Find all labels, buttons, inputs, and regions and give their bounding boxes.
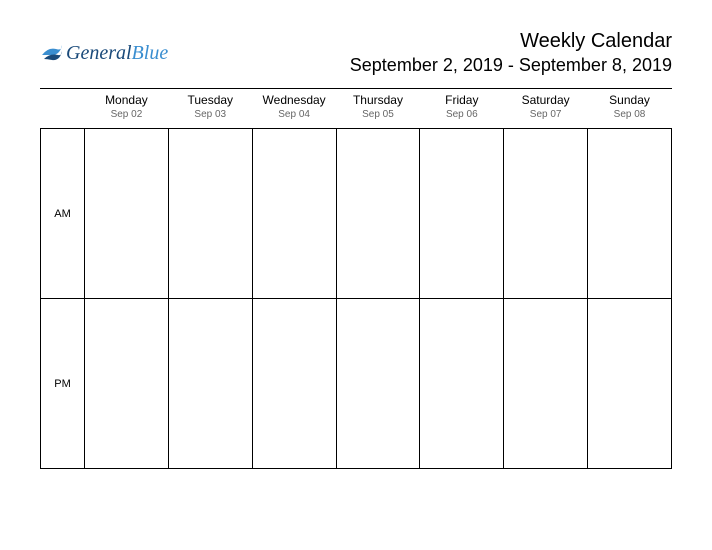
calendar-cell	[504, 299, 588, 469]
day-date: Sep 05	[336, 109, 420, 120]
calendar-cell	[336, 129, 420, 299]
header: GeneralBlue Weekly Calendar September 2,…	[40, 30, 672, 76]
calendar-cell	[588, 299, 672, 469]
logo-text: GeneralBlue	[66, 42, 168, 65]
day-date: Sep 08	[588, 109, 672, 120]
calendar-cell	[420, 129, 504, 299]
day-date: Sep 07	[504, 109, 588, 120]
calendar-cell	[252, 129, 336, 299]
day-header: Wednesday Sep 04	[252, 89, 336, 129]
calendar-cell	[85, 129, 169, 299]
date-range: September 2, 2019 - September 8, 2019	[350, 55, 672, 76]
am-row: AM	[41, 129, 672, 299]
period-label-pm: PM	[41, 299, 85, 469]
day-header: Monday Sep 02	[85, 89, 169, 129]
day-name: Tuesday	[168, 93, 252, 107]
day-header: Tuesday Sep 03	[168, 89, 252, 129]
swoosh-icon	[40, 41, 64, 65]
day-header: Sunday Sep 08	[588, 89, 672, 129]
page-title: Weekly Calendar	[350, 30, 672, 53]
day-name: Monday	[85, 93, 169, 107]
pm-row: PM	[41, 299, 672, 469]
day-header-row: Monday Sep 02 Tuesday Sep 03 Wednesday S…	[41, 89, 672, 129]
day-header: Friday Sep 06	[420, 89, 504, 129]
day-name: Wednesday	[252, 93, 336, 107]
day-name: Friday	[420, 93, 504, 107]
logo-text-general: General	[66, 42, 132, 64]
calendar-cell	[85, 299, 169, 469]
day-date: Sep 06	[420, 109, 504, 120]
calendar-cell	[252, 299, 336, 469]
day-header: Saturday Sep 07	[504, 89, 588, 129]
title-block: Weekly Calendar September 2, 2019 - Sept…	[350, 30, 672, 76]
calendar-cell	[420, 299, 504, 469]
day-name: Thursday	[336, 93, 420, 107]
day-date: Sep 04	[252, 109, 336, 120]
calendar-cell	[504, 129, 588, 299]
calendar-cell	[168, 129, 252, 299]
calendar-cell	[336, 299, 420, 469]
period-label-am: AM	[41, 129, 85, 299]
brand-logo: GeneralBlue	[40, 41, 168, 65]
logo-text-blue: Blue	[132, 42, 169, 64]
day-date: Sep 03	[168, 109, 252, 120]
period-header-blank	[41, 89, 85, 129]
day-date: Sep 02	[85, 109, 169, 120]
weekly-calendar-table: Monday Sep 02 Tuesday Sep 03 Wednesday S…	[40, 89, 672, 469]
calendar-cell	[168, 299, 252, 469]
day-name: Sunday	[588, 93, 672, 107]
day-header: Thursday Sep 05	[336, 89, 420, 129]
calendar-cell	[588, 129, 672, 299]
day-name: Saturday	[504, 93, 588, 107]
